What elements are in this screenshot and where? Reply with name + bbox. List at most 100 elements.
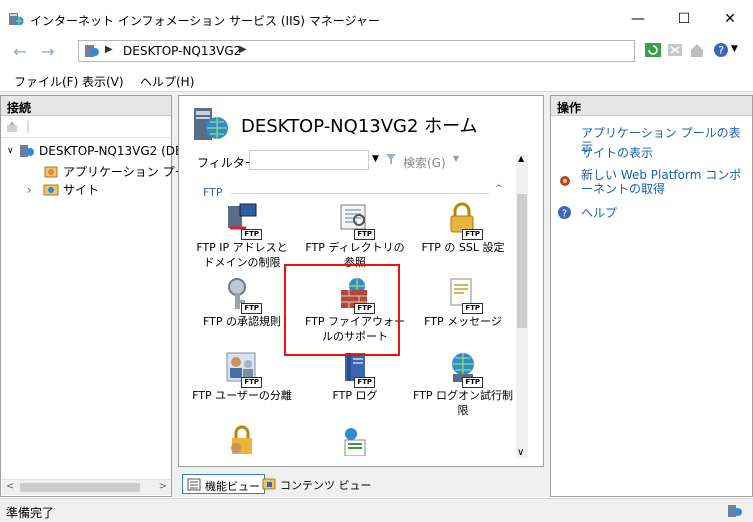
tree-label-server: DESKTOP-NQ13VG2 (DE xyxy=(39,144,183,158)
scroll-down-icon[interactable]: ∨ xyxy=(517,447,524,458)
web-platform-icon xyxy=(560,176,570,186)
feature-ftp-messages[interactable]: FTP FTP メッセージ xyxy=(413,276,513,329)
back-button[interactable]: ← xyxy=(6,40,34,62)
search-dropdown-icon[interactable]: ▼ xyxy=(453,154,459,163)
help-icon[interactable]: ? xyxy=(712,41,730,59)
feature-label: FTP ログオン試行制限 xyxy=(413,389,513,417)
ftp-messages-icon: FTP xyxy=(445,276,483,314)
feature-ftp-logon-attempt[interactable]: FTP FTP ログオン試行制限 xyxy=(413,350,513,418)
menu-bar: ファイル(F) 表示(V) ヘルプ(H) xyxy=(0,68,753,92)
content-view-icon xyxy=(262,478,276,490)
forward-arrow-icon: → xyxy=(41,41,55,61)
status-bar: 準備完了 xyxy=(0,498,753,522)
ftp-ssl-icon: FTP xyxy=(445,202,483,240)
tree-label-sites: サイト xyxy=(63,183,100,197)
server-home-icon xyxy=(194,108,228,140)
action-view-sites[interactable]: サイトの表示 xyxy=(581,146,653,160)
highlight-box xyxy=(284,264,400,356)
group-divider xyxy=(231,193,489,194)
tab-features-view[interactable]: 機能ビュー xyxy=(182,474,265,494)
ftp-directory-browsing-icon: FTP xyxy=(337,202,375,240)
page-title: DESKTOP-NQ13VG2 ホーム xyxy=(241,116,478,137)
feature-label: FTP メッセージ xyxy=(424,315,502,328)
help-icon: ? xyxy=(558,206,571,220)
address-bar: ← → ▶ DESKTOP-NQ13VG2 ▶ ? ▼ xyxy=(0,38,753,64)
tree-item-server[interactable]: ∨ DESKTOP-NQ13VG2 (DE xyxy=(7,144,183,158)
sites-icon xyxy=(43,184,59,195)
feature-ftp-partial-lock[interactable] xyxy=(192,424,292,456)
connections-panel: 接続 | ∨ DESKTOP-NQ13VG2 (DE アプリケーション プール … xyxy=(0,95,199,497)
search-button[interactable]: 検索(G) xyxy=(403,154,446,171)
tree-collapse-icon[interactable]: ∨ xyxy=(7,146,19,156)
title-bar: インターネット インフォメーション サービス (IIS) マネージャー — ☐ … xyxy=(0,0,753,38)
ftp-ip-restrictions-icon: FTP xyxy=(224,202,262,240)
refresh-icon[interactable] xyxy=(644,41,662,59)
connections-toolbar: | xyxy=(1,116,171,138)
features-view-icon xyxy=(187,478,201,491)
features-vscrollbar[interactable]: ▲ ∨ xyxy=(516,154,528,458)
actions-header: 操作 xyxy=(551,96,752,116)
actions-panel: 操作 アプリケーション プールの表示 サイトの表示 新しい Web Platfo… xyxy=(550,95,753,497)
app-pool-icon xyxy=(44,166,58,177)
server-icon xyxy=(20,145,34,157)
action-help[interactable]: ヘルプ xyxy=(581,206,617,220)
svg-text:?: ? xyxy=(718,44,724,57)
group-header-ftp: FTP xyxy=(203,186,223,199)
feature-label: FTP の SSL 設定 xyxy=(421,241,505,254)
stop-icon[interactable] xyxy=(666,41,684,59)
ftp-authorization-icon: FTP xyxy=(224,276,262,314)
iis-app-icon xyxy=(9,13,24,26)
filter-dropdown-icon[interactable]: ▼ xyxy=(372,154,379,164)
status-text: 準備完了 xyxy=(6,506,55,520)
scroll-thumb[interactable] xyxy=(517,194,527,328)
ftp-logon-attempt-icon: FTP xyxy=(445,350,483,388)
feature-ftp-ssl[interactable]: FTP FTP の SSL 設定 xyxy=(413,202,513,255)
funnel-icon[interactable] xyxy=(385,153,397,165)
action-get-web-platform[interactable]: 新しい Web Platform コンポーネントの取得 xyxy=(581,168,749,196)
address-box[interactable]: ▶ DESKTOP-NQ13VG2 ▶ xyxy=(78,40,635,62)
ftp-request-filter-icon xyxy=(337,424,373,456)
close-button[interactable]: ✕ xyxy=(707,0,753,38)
scroll-thumb[interactable] xyxy=(20,483,140,492)
scroll-right-icon[interactable]: > xyxy=(159,481,167,492)
menu-file[interactable]: ファイル(F) xyxy=(14,73,78,90)
feature-label: FTP IP アドレスとドメインの制限 xyxy=(196,241,288,269)
help-dropdown-icon[interactable]: ▼ xyxy=(731,44,738,54)
feature-label: FTP ユーザーの分離 xyxy=(192,389,292,402)
tab-content-view[interactable]: コンテンツ ビュー xyxy=(258,474,376,494)
filter-input[interactable] xyxy=(249,150,369,170)
forward-button[interactable]: → xyxy=(34,40,62,62)
back-arrow-icon: ← xyxy=(13,41,27,61)
feature-ftp-ip-restrictions[interactable]: FTP FTP IP アドレスとドメインの制限 xyxy=(192,202,292,270)
connections-header: 接続 xyxy=(1,96,171,116)
ftp-lock-user-icon xyxy=(224,424,260,456)
tree-item-sites[interactable]: › サイト xyxy=(27,181,99,198)
breadcrumb-separator-icon[interactable]: ▶ xyxy=(239,44,247,55)
connect-icon[interactable] xyxy=(6,120,20,134)
tree-expand-icon[interactable]: › xyxy=(27,183,43,197)
breadcrumb-separator-icon: ▶ xyxy=(105,44,113,55)
menu-help[interactable]: ヘルプ(H) xyxy=(140,73,194,90)
collapse-group-icon[interactable]: ^ xyxy=(495,184,503,194)
window-title: インターネット インフォメーション サービス (IIS) マネージャー xyxy=(30,14,380,28)
menu-view[interactable]: 表示(V) xyxy=(82,73,124,90)
feature-ftp-partial-list[interactable] xyxy=(305,424,405,456)
feature-ftp-authorization[interactable]: FTP FTP の承認規則 xyxy=(192,276,292,329)
scroll-up-icon[interactable]: ▲ xyxy=(518,154,524,163)
feature-label: FTP の承認規則 xyxy=(203,315,281,328)
tree-item-app-pools[interactable]: アプリケーション プール xyxy=(43,163,199,180)
home-icon[interactable] xyxy=(688,41,706,59)
computer-icon xyxy=(85,45,99,57)
minimize-button[interactable]: — xyxy=(615,0,661,38)
filter-bar: フィルター: ▼ 検索(G) ▼ xyxy=(189,148,519,172)
scroll-left-icon[interactable]: < xyxy=(6,481,14,492)
feature-ftp-logging[interactable]: FTP FTP ログ xyxy=(305,350,405,403)
connections-hscrollbar[interactable]: < > xyxy=(2,479,171,495)
feature-ftp-user-isolation[interactable]: FTP FTP ユーザーの分離 xyxy=(192,350,292,403)
svg-text:?: ? xyxy=(562,209,567,220)
maximize-button[interactable]: ☐ xyxy=(661,0,707,38)
ftp-user-isolation-icon: FTP xyxy=(224,350,262,388)
feature-label: FTP ログ xyxy=(332,389,378,402)
feature-ftp-directory-browsing[interactable]: FTP FTP ディレクトリの参照 xyxy=(305,202,405,270)
breadcrumb-server[interactable]: DESKTOP-NQ13VG2 xyxy=(123,44,241,58)
